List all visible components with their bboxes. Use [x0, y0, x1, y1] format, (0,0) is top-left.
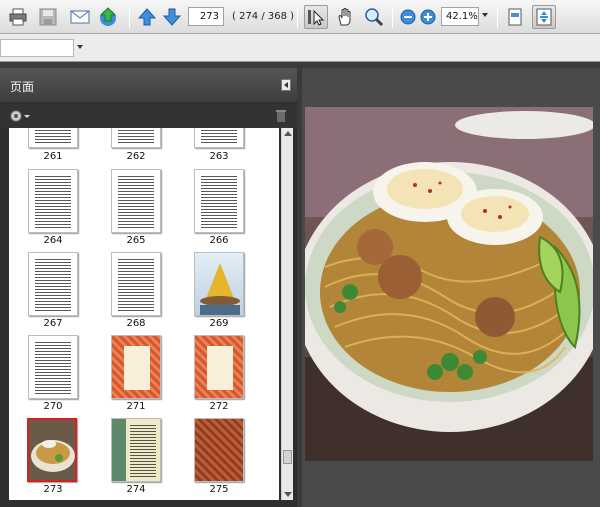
panel-splitter[interactable]	[297, 68, 302, 507]
zoom-level-input[interactable]: 42.1%	[441, 7, 479, 26]
page-thumbnail[interactable]	[28, 128, 78, 148]
trash-icon[interactable]	[275, 108, 287, 126]
noodle-bowl-image	[305, 107, 593, 461]
collapse-panel-icon[interactable]	[281, 79, 291, 91]
page-thumbnail[interactable]	[194, 169, 244, 233]
thumbnail-label: 265	[126, 235, 146, 246]
thumbnail-label: 261	[43, 151, 63, 162]
thumbnail-scrollbar[interactable]	[281, 128, 293, 500]
thumbnail-label: 268	[126, 318, 146, 329]
thumbnail-label: 274	[126, 484, 146, 495]
save-icon[interactable]	[36, 5, 60, 29]
thumbnail-label: 263	[209, 151, 229, 162]
gear-icon[interactable]	[9, 108, 31, 127]
hand-tool-icon[interactable]	[333, 5, 357, 29]
thumbnail-label: 269	[209, 318, 229, 329]
thumbnail-label: 264	[43, 235, 63, 246]
page-thumbnail[interactable]	[111, 128, 161, 148]
page-thumbnail[interactable]	[194, 418, 244, 482]
page-thumbnail[interactable]	[28, 335, 78, 399]
page-thumbnail[interactable]	[194, 335, 244, 399]
secondary-toolbar	[0, 34, 600, 62]
scroll-down-icon[interactable]	[284, 492, 292, 497]
pages-panel: 页面 261 262 263 264 265 266 267 268 269 2…	[0, 68, 297, 507]
next-page-icon[interactable]	[160, 5, 184, 29]
zoom-dropdown-arrow[interactable]	[482, 13, 488, 17]
scroll-up-icon[interactable]	[284, 131, 292, 136]
upload-icon[interactable]	[97, 5, 121, 29]
panel-toolbar	[0, 104, 297, 128]
fit-width-icon[interactable]	[503, 5, 527, 29]
select-tool-icon[interactable]	[304, 5, 328, 29]
page-thumbnail-selected[interactable]	[27, 418, 77, 482]
zoom-in-icon[interactable]	[416, 5, 440, 29]
page-thumbnail[interactable]	[194, 252, 244, 316]
page-thumbnail[interactable]	[111, 335, 161, 399]
main-toolbar: 273 ( 274 / 368 ) 42.1%	[0, 0, 600, 34]
page-thumbnail[interactable]	[28, 169, 78, 233]
food-thumbnail-image	[200, 263, 240, 315]
print-icon[interactable]	[6, 5, 30, 29]
combo-dropdown-arrow[interactable]	[77, 45, 83, 49]
prev-page-icon[interactable]	[135, 5, 159, 29]
tool-combo-box[interactable]	[0, 39, 74, 57]
page-photo-noodle-bowl	[305, 107, 593, 461]
thumbnail-label: 266	[209, 235, 229, 246]
thumbnail-label: 270	[43, 401, 63, 412]
zoom-tool-icon[interactable]	[362, 5, 386, 29]
panel-title: 页面	[10, 80, 35, 94]
thumbnail-label: 271	[126, 401, 146, 412]
page-thumbnail[interactable]	[111, 169, 161, 233]
food-thumbnail-image	[31, 440, 75, 472]
page-thumbnail[interactable]	[194, 128, 244, 148]
page-number-input[interactable]: 273	[188, 7, 224, 26]
thumbnail-label: 262	[126, 151, 146, 162]
thumbnail-label: 275	[209, 484, 229, 495]
thumbnail-grid: 261 262 263 264 265 266 267 268 269 270 …	[9, 128, 279, 500]
email-icon[interactable]	[68, 5, 92, 29]
thumbnail-label: 273	[43, 484, 63, 495]
thumbnail-label: 272	[209, 401, 229, 412]
scrollbar-thumb[interactable]	[283, 450, 292, 464]
page-thumbnail[interactable]	[111, 418, 161, 482]
thumbnail-label: 267	[43, 318, 63, 329]
panel-header: 页面	[0, 68, 297, 102]
fit-page-icon[interactable]	[532, 5, 556, 29]
page-thumbnail[interactable]	[111, 252, 161, 316]
page-count: ( 274 / 368 )	[232, 11, 295, 22]
page-thumbnail[interactable]	[28, 252, 78, 316]
